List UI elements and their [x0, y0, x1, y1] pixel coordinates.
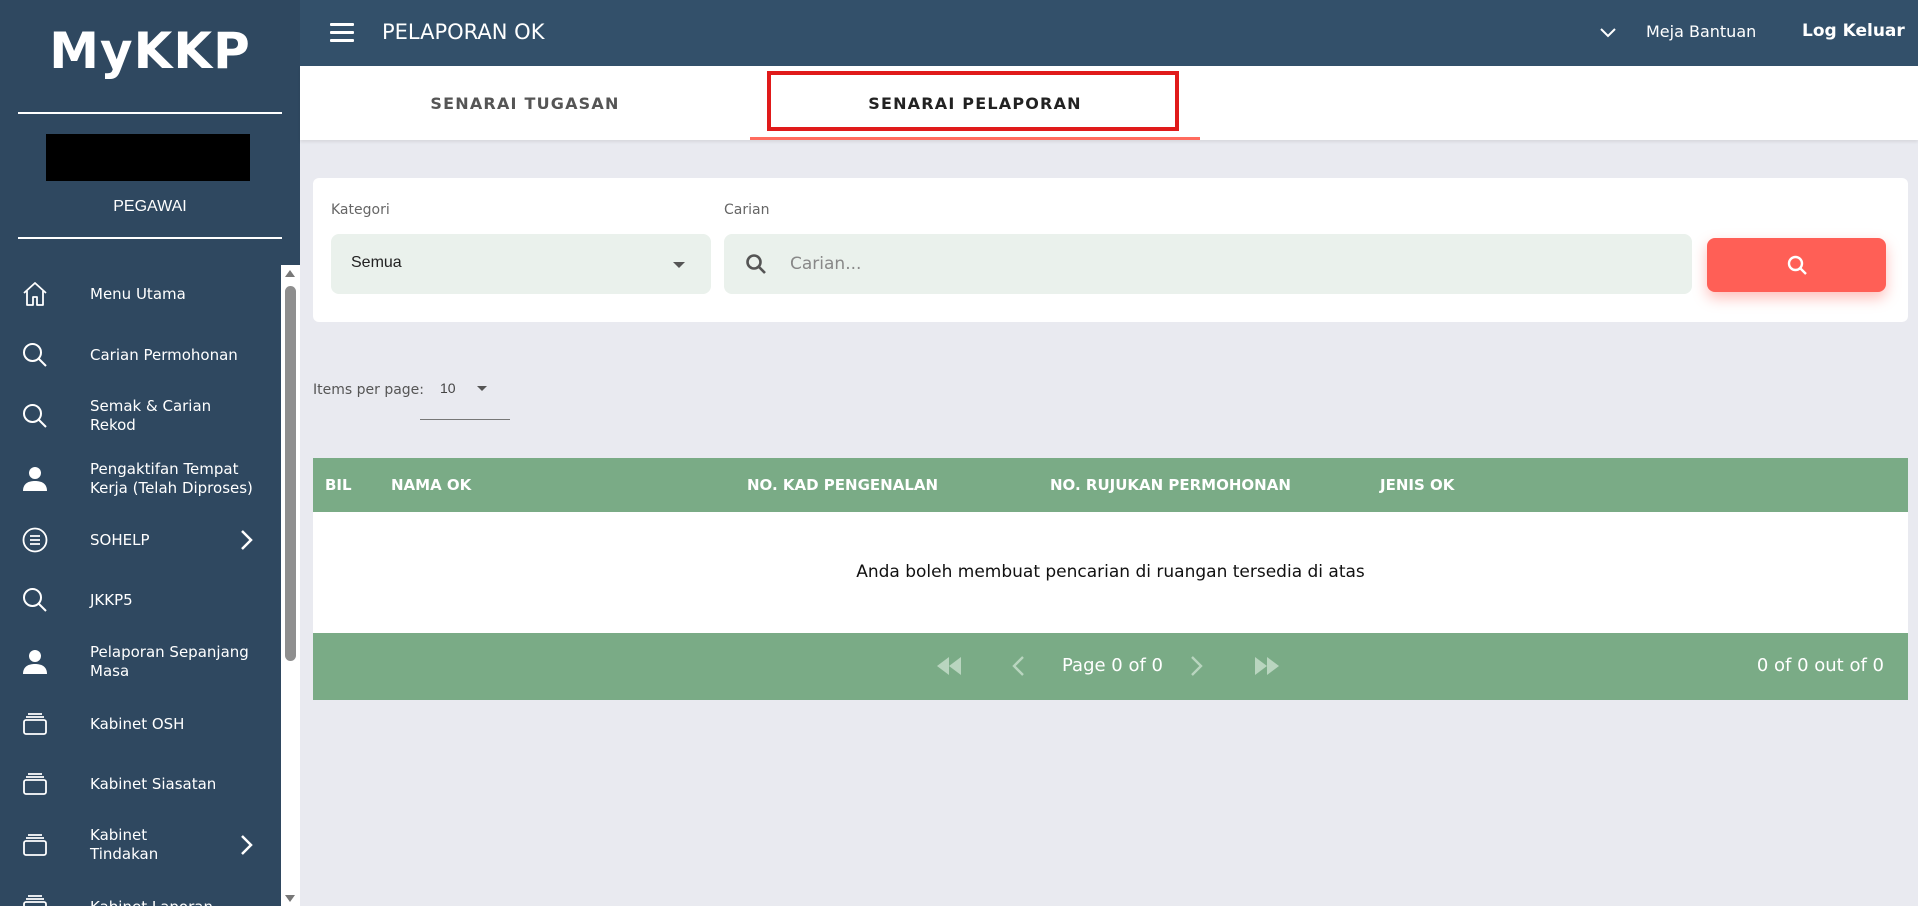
empty-state-message: Anda boleh membuat pencarian di ruangan … [856, 562, 1365, 582]
first-page-icon[interactable] [931, 653, 965, 679]
sidebar-item-label: Pelaporan Sepanjang Masa [90, 643, 249, 680]
page-title: PELAPORAN OK [382, 20, 545, 44]
logout-link[interactable]: Log Keluar [1802, 21, 1905, 41]
sidebar-item-semak-carian-rekod[interactable]: Semak & Carian Rekod [0, 388, 280, 444]
search-input[interactable] [790, 246, 1670, 282]
category-value: Semua [351, 254, 402, 271]
tab-senarai-tugasan[interactable]: SENARAI TUGASAN [375, 66, 675, 140]
search-panel: Kategori Semua Carian [313, 178, 1908, 322]
app-logo: MyKKP [49, 22, 251, 80]
previous-page-icon[interactable] [1008, 653, 1030, 679]
user-icon [20, 647, 50, 677]
caret-down-icon [673, 262, 685, 268]
sidebar: MyKKP PEGAWAI Menu Utama Carian Permohon… [0, 0, 300, 906]
topbar: PELAPORAN OK Meja Bantuan Log Keluar [300, 0, 1918, 66]
tab-senarai-pelaporan[interactable]: SENARAI PELAPORAN [750, 66, 1200, 140]
sidebar-item-kabinet-laporan[interactable]: Kabinet Laporan [0, 878, 280, 906]
column-header-bil: BIL [325, 476, 352, 494]
sidebar-item-pelaporan-sepanjang-masa[interactable]: Pelaporan Sepanjang Masa [0, 634, 280, 690]
table-header: BIL NAMA OK NO. KAD PENGENALAN NO. RUJUK… [313, 458, 1908, 512]
scroll-up-icon[interactable] [285, 270, 295, 277]
sidebar-item-label: Pengaktifan Tempat Kerja (Telah Diproses… [90, 460, 253, 497]
sidebar-item-kabinet-siasatan[interactable]: Kabinet Siasatan [0, 756, 280, 812]
sidebar-item-pengaktifan[interactable]: Pengaktifan Tempat Kerja (Telah Diproses… [0, 451, 280, 507]
scroll-down-icon[interactable] [285, 895, 295, 902]
sidebar-item-kabinet-tindakan[interactable]: Kabinet Tindakan [0, 817, 280, 873]
sidebar-item-jkkp5[interactable]: JKKP5 [0, 572, 280, 628]
search-label: Carian [724, 202, 770, 218]
help-desk-link[interactable]: Meja Bantuan [1646, 22, 1756, 41]
sidebar-item-menu-utama[interactable]: Menu Utama [0, 266, 280, 322]
user-icon [20, 464, 50, 494]
items-per-page-value: 10 [440, 380, 456, 396]
column-header-jenis-ok: JENIS OK [1380, 476, 1455, 494]
divider [18, 237, 282, 239]
divider [18, 112, 282, 114]
sidebar-item-label: Kabinet OSH [90, 714, 185, 733]
sidebar-item-label: SOHELP [90, 530, 150, 549]
sidebar-item-label: Carian Permohonan [90, 345, 238, 364]
column-header-no-kad: NO. KAD PENGENALAN [747, 476, 939, 494]
search-icon [746, 254, 766, 274]
user-role: PEGAWAI [113, 198, 187, 215]
tab-bar: SENARAI TUGASAN SENARAI PELAPORAN [300, 66, 1918, 140]
search-icon [20, 401, 50, 431]
items-per-page-label: Items per page: [313, 382, 425, 398]
sidebar-item-label: JKKP5 [90, 590, 133, 609]
chevron-down-icon[interactable] [1598, 22, 1618, 42]
search-field [724, 234, 1692, 294]
sidebar-item-label: Kabinet Tindakan [90, 826, 159, 863]
chevron-right-icon [241, 835, 253, 855]
record-count: 0 of 0 out of 0 [1756, 655, 1884, 676]
active-tab-indicator [750, 137, 1200, 140]
sidebar-item-sohelp[interactable]: SOHELP [0, 512, 280, 568]
table-body: Anda boleh membuat pencarian di ruangan … [313, 512, 1908, 633]
sidebar-scroll-thumb[interactable] [285, 286, 296, 661]
column-header-nama-ok: NAMA OK [391, 476, 472, 494]
search-icon [20, 340, 50, 370]
page-indicator: Page 0 of 0 [1062, 655, 1163, 676]
next-page-icon[interactable] [1185, 653, 1207, 679]
cabinet-icon [20, 830, 50, 860]
menu-toggle-icon[interactable] [330, 23, 354, 43]
search-icon [1787, 255, 1807, 275]
pagination-bar: Page 0 of 0 0 of 0 out of 0 [313, 633, 1908, 700]
sidebar-item-carian-permohonan[interactable]: Carian Permohonan [0, 327, 280, 383]
cabinet-icon [20, 709, 50, 739]
home-icon [20, 279, 50, 309]
items-per-page-select[interactable]: 10 [420, 376, 510, 420]
last-page-icon[interactable] [1251, 653, 1285, 679]
category-select[interactable]: Semua [331, 234, 711, 294]
cabinet-icon [20, 891, 50, 906]
sidebar-item-label: Kabinet Laporan [90, 898, 260, 906]
category-label: Kategori [331, 202, 390, 218]
sidebar-item-label: Menu Utama [90, 284, 186, 303]
sidebar-item-label: Semak & Carian Rekod [90, 397, 212, 434]
sidebar-item-kabinet-osh[interactable]: Kabinet OSH [0, 696, 280, 752]
list-icon [20, 525, 50, 555]
redacted-username [46, 134, 250, 181]
chevron-right-icon [241, 530, 253, 550]
sidebar-item-label: Kabinet Siasatan [90, 774, 217, 793]
caret-down-icon [477, 386, 487, 391]
column-header-no-rujukan: NO. RUJUKAN PERMOHONAN [1050, 476, 1291, 494]
cabinet-icon [20, 769, 50, 799]
search-button[interactable] [1707, 238, 1886, 292]
search-icon [20, 585, 50, 615]
